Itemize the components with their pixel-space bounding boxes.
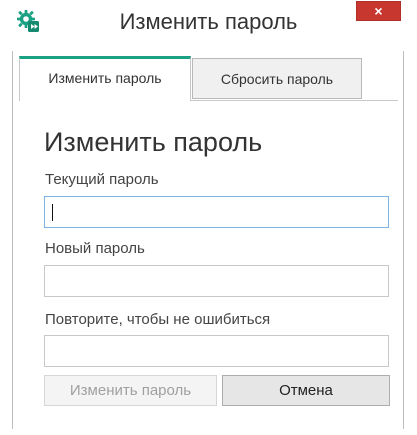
repeat-password-label: Повторите, чтобы не ошибиться [45,311,271,328]
cancel-button[interactable]: Отмена [222,375,390,406]
close-button[interactable]: × [356,1,401,21]
current-password-input[interactable] [44,196,389,228]
change-password-dialog: Изменить пароль × Сбросить пароль Измени… [0,0,417,435]
current-password-label: Текущий пароль [45,171,159,188]
app-gear-icon [17,10,39,32]
tab-reset-password[interactable]: Сбросить пароль [192,58,362,99]
change-password-button[interactable]: Изменить пароль [44,375,217,406]
new-password-input[interactable] [44,265,389,297]
form-heading: Изменить пароль [44,127,263,157]
window-title: Изменить пароль [119,9,298,34]
close-icon: × [374,3,383,19]
title-bar: Изменить пароль × [0,0,417,40]
new-password-label: Новый пароль [45,240,145,257]
tab-change-password[interactable]: Изменить пароль [19,56,191,101]
repeat-password-input[interactable] [44,335,389,367]
active-tab-gap [20,100,190,101]
text-caret [52,204,53,221]
